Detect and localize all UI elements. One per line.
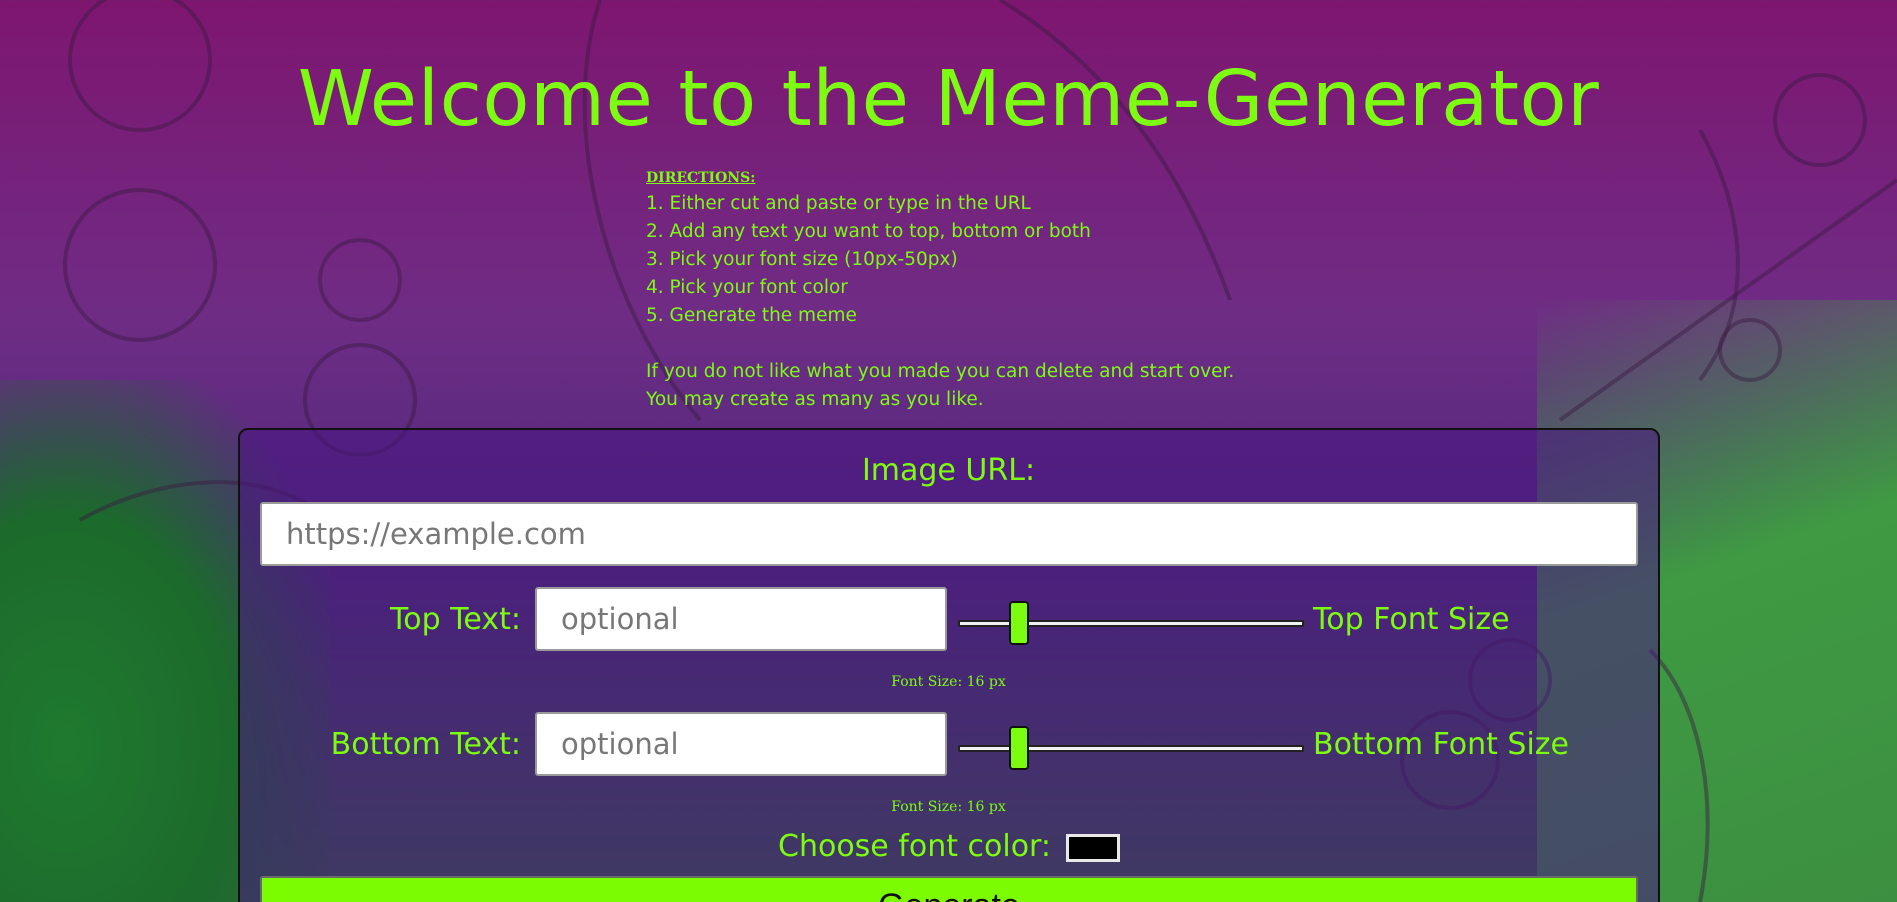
image-url-input[interactable] <box>260 502 1638 566</box>
top-text-label: Top Text: <box>390 602 521 637</box>
direction-step: 1. Either cut and paste or type in the U… <box>646 193 1031 214</box>
bottom-font-size-label: Bottom Font Size <box>1313 727 1570 762</box>
direction-step: 3. Pick your font size (10px-50px) <box>646 249 958 270</box>
generate-button[interactable]: Generate <box>260 876 1638 902</box>
direction-note: If you do not like what you made you can… <box>646 361 1235 382</box>
top-font-size-slider-thumb[interactable] <box>1009 601 1029 645</box>
font-color-label: Choose font color: <box>778 829 1051 864</box>
font-color-picker[interactable] <box>1066 834 1120 862</box>
bottom-font-size-readout: Font Size: 16 px <box>891 799 1006 815</box>
bottom-font-size-slider-thumb[interactable] <box>1009 726 1029 770</box>
top-font-size-slider[interactable] <box>958 598 1304 648</box>
image-url-label: Image URL: <box>861 453 1036 488</box>
direction-note: You may create as many as you like. <box>646 389 984 410</box>
direction-step: 5. Generate the meme <box>646 305 857 326</box>
direction-step: 2. Add any text you want to top, bottom … <box>646 221 1091 242</box>
top-font-size-readout: Font Size: 16 px <box>891 674 1006 690</box>
directions-spacer <box>646 330 1234 358</box>
top-font-size-label: Top Font Size <box>1313 602 1510 637</box>
page-title: Welcome to the Meme-Generator <box>297 55 1600 144</box>
directions-block: DIRECTIONS: 1. Either cut and paste or t… <box>646 168 1234 414</box>
bottom-text-input[interactable] <box>535 712 947 776</box>
direction-step: 4. Pick your font color <box>646 277 848 298</box>
directions-heading: DIRECTIONS: <box>646 170 756 186</box>
bottom-font-size-slider[interactable] <box>958 723 1304 773</box>
bottom-text-label: Bottom Text: <box>330 727 521 762</box>
top-text-input[interactable] <box>535 587 947 651</box>
page-content: Welcome to the Meme-Generator DIRECTIONS… <box>0 0 1897 902</box>
